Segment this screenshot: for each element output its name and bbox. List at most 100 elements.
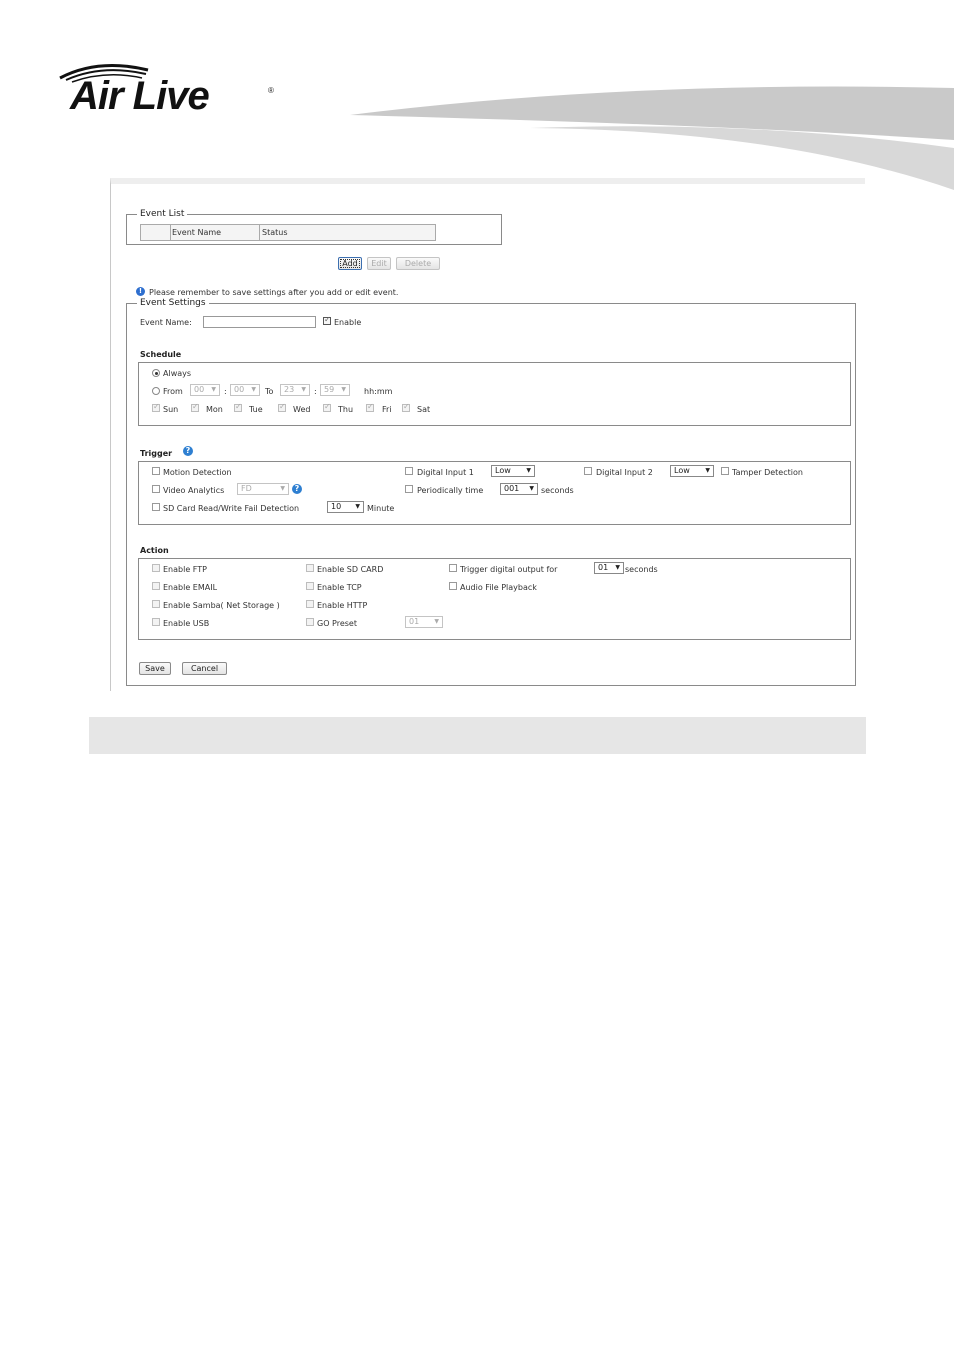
day-fri-label: Fri [382, 405, 392, 414]
minute-label: Minute [367, 504, 395, 513]
chevron-down-icon: ▼ [301, 386, 306, 393]
enable-sd-card-label: Enable SD CARD [317, 565, 384, 574]
day-mon-checkbox[interactable] [191, 402, 199, 412]
from-hour-value: 00 [194, 385, 205, 394]
day-sat-checkbox[interactable] [402, 402, 410, 412]
enable-tcp-label: Enable TCP [317, 583, 362, 592]
delete-button[interactable]: Delete [396, 257, 440, 270]
day-tue-checkbox[interactable] [234, 402, 242, 412]
video-analytics-select[interactable]: FD ▼ [237, 483, 289, 495]
always-label: Always [163, 369, 192, 378]
event-settings-legend: Event Settings [140, 298, 206, 308]
tamper-detection-label: Tamper Detection [732, 468, 803, 477]
motion-detection-label: Motion Detection [163, 468, 232, 477]
time-format-label: hh:mm [364, 387, 393, 396]
enable-ftp-label: Enable FTP [163, 565, 207, 574]
event-list-table-header: Event Name Status [140, 224, 436, 241]
chevron-down-icon: ▼ [251, 386, 256, 393]
enable-samba-label: Enable Samba( Net Storage ) [163, 601, 280, 610]
from-minute-select[interactable]: 00 ▼ [230, 384, 260, 396]
digital-input-2-label: Digital Input 2 [596, 468, 653, 477]
go-preset-label: GO Preset [317, 619, 357, 628]
motion-detection-checkbox[interactable] [152, 467, 160, 475]
go-preset-checkbox[interactable] [306, 618, 314, 626]
audio-playback-checkbox[interactable] [449, 582, 457, 590]
day-fri-checkbox[interactable] [366, 402, 374, 412]
day-thu-checkbox[interactable] [323, 402, 331, 412]
sd-fail-minute-select[interactable]: 10 ▼ [327, 501, 364, 513]
chevron-down-icon: ▼ [705, 467, 710, 474]
from-radio[interactable] [152, 387, 160, 395]
sd-fail-detection-label: SD Card Read/Write Fail Detection [163, 504, 300, 513]
edit-button[interactable]: Edit [367, 257, 391, 270]
digital-input-2-value: Low [674, 466, 690, 475]
chevron-down-icon: ▼ [434, 618, 439, 625]
help-icon[interactable]: ? [183, 446, 193, 456]
chevron-down-icon: ▼ [615, 564, 620, 571]
day-sat-label: Sat [417, 405, 431, 414]
event-settings-panel: Event List Event Name Status Add Edit De… [110, 178, 865, 691]
video-analytics-label: Video Analytics [163, 486, 225, 495]
event-list-legend: Event List [140, 209, 185, 219]
event-name-label: Event Name: [140, 318, 192, 327]
day-wed-checkbox[interactable] [278, 402, 286, 412]
enable-ftp-checkbox[interactable] [152, 564, 160, 572]
enable-samba-checkbox[interactable] [152, 600, 160, 608]
info-icon: ! [136, 287, 145, 296]
periodically-time-checkbox[interactable] [405, 485, 413, 493]
to-hour-select[interactable]: 23 ▼ [280, 384, 310, 396]
table-header-select-col [141, 225, 171, 240]
chevron-down-icon: ▼ [341, 386, 346, 393]
enable-usb-checkbox[interactable] [152, 618, 160, 626]
tamper-detection-checkbox[interactable] [721, 467, 729, 475]
digital-input-2-checkbox[interactable] [584, 467, 592, 475]
periodically-time-select[interactable]: 001 ▼ [500, 483, 538, 495]
enable-sd-card-checkbox[interactable] [306, 564, 314, 572]
day-mon-label: Mon [206, 405, 223, 414]
enable-tcp-checkbox[interactable] [306, 582, 314, 590]
digital-input-1-select[interactable]: Low ▼ [491, 465, 535, 477]
enable-usb-label: Enable USB [163, 619, 210, 628]
airlive-logo: Air Live [70, 74, 210, 118]
column-divider [259, 225, 260, 240]
video-analytics-value: FD [241, 484, 252, 493]
sd-fail-minute-value: 10 [331, 502, 342, 511]
enable-email-checkbox[interactable] [152, 582, 160, 590]
to-minute-select[interactable]: 59 ▼ [320, 384, 350, 396]
periodically-time-value: 001 [504, 484, 520, 493]
trigger-digital-output-checkbox[interactable] [449, 564, 457, 572]
go-preset-select[interactable]: 01 ▼ [405, 616, 443, 628]
action-title: Action [140, 546, 169, 555]
always-radio[interactable] [152, 369, 160, 377]
enable-email-label: Enable EMAIL [163, 583, 218, 592]
from-hour-select[interactable]: 00 ▼ [190, 384, 220, 396]
table-header-status[interactable]: Status [262, 228, 288, 237]
from-minute-value: 00 [234, 385, 245, 394]
enable-http-label: Enable HTTP [317, 601, 368, 610]
periodically-time-label: Periodically time [417, 486, 484, 495]
sd-fail-detection-checkbox[interactable] [152, 503, 160, 511]
enable-checkbox[interactable] [323, 315, 331, 325]
cancel-button[interactable]: Cancel [182, 662, 227, 675]
trigger-output-seconds-select[interactable]: 01 ▼ [594, 562, 624, 574]
trigger-digital-output-label: Trigger digital output for [460, 565, 558, 574]
enable-http-checkbox[interactable] [306, 600, 314, 608]
save-button[interactable]: Save [139, 662, 171, 675]
day-sun-checkbox[interactable] [152, 402, 160, 412]
go-preset-value: 01 [409, 617, 420, 626]
page-footer-bar [89, 717, 866, 754]
day-wed-label: Wed [293, 405, 311, 414]
digital-input-1-checkbox[interactable] [405, 467, 413, 475]
chevron-down-icon: ▼ [280, 485, 285, 492]
day-tue-label: Tue [249, 405, 263, 414]
help-icon[interactable]: ? [292, 484, 302, 494]
add-button[interactable]: Add [338, 257, 362, 270]
event-name-input[interactable] [203, 316, 316, 328]
digital-input-2-select[interactable]: Low ▼ [670, 465, 714, 477]
to-minute-value: 59 [324, 385, 335, 394]
schedule-title: Schedule [140, 350, 182, 359]
from-label: From [163, 387, 183, 396]
video-analytics-checkbox[interactable] [152, 485, 160, 493]
digital-input-1-value: Low [495, 466, 511, 475]
table-header-event-name[interactable]: Event Name [172, 228, 221, 237]
